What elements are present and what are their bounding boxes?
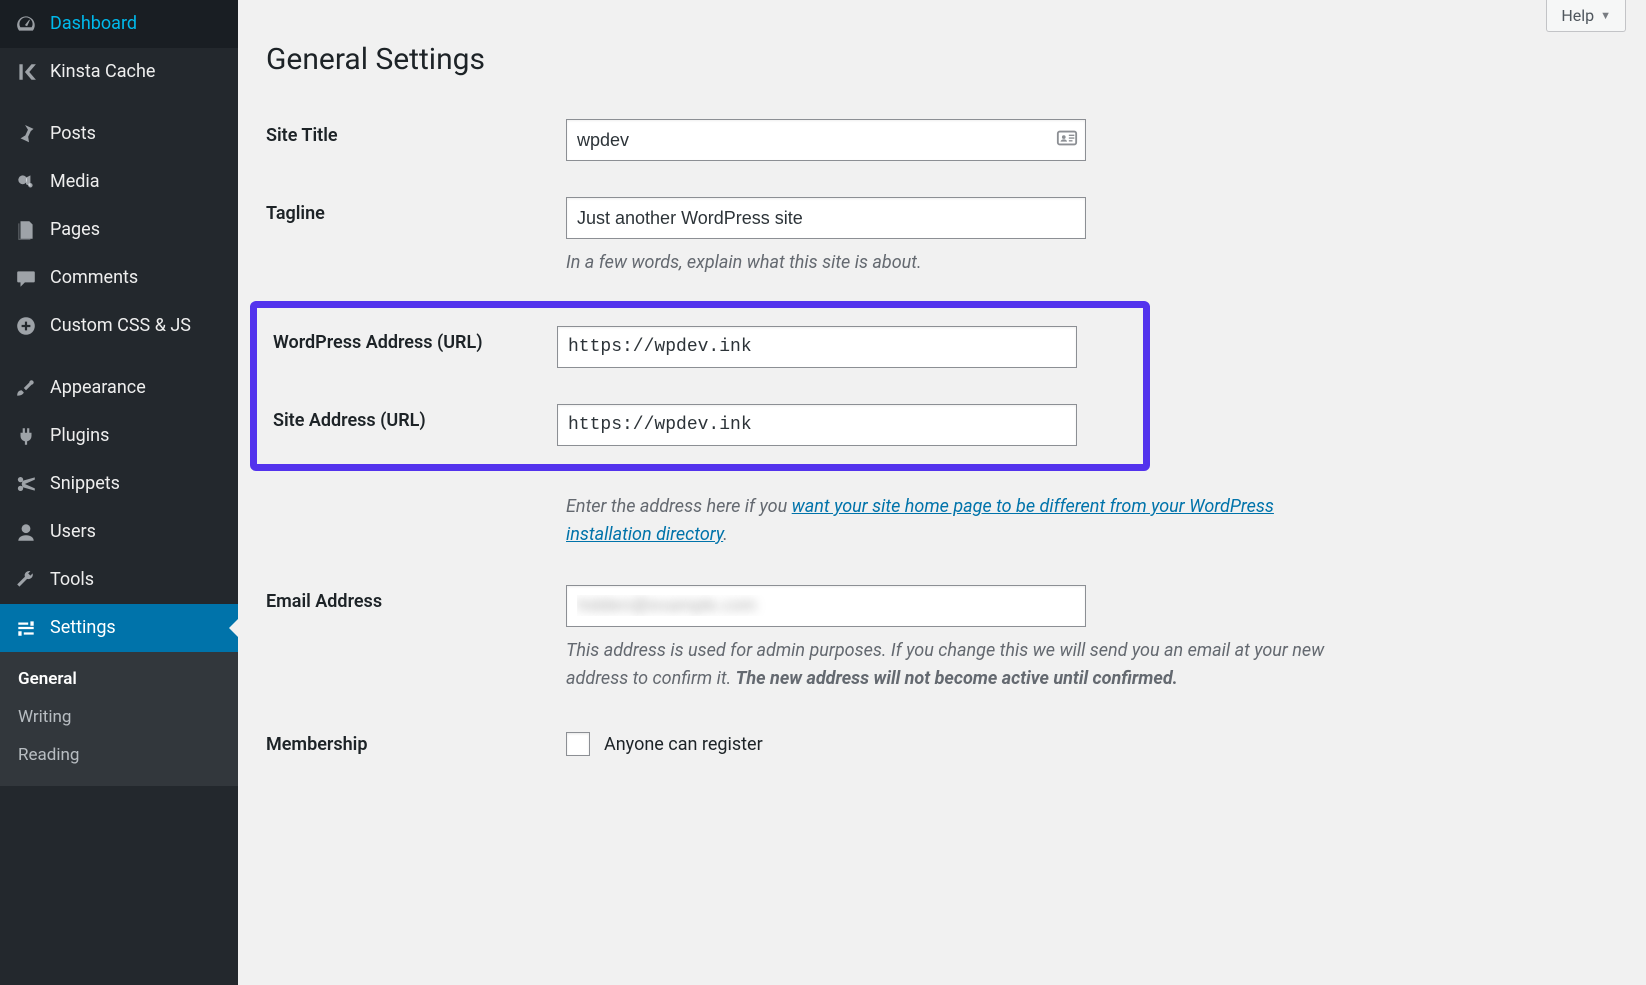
site-address-input[interactable] [557,404,1077,446]
sidebar-item-dashboard[interactable]: Dashboard [0,0,238,48]
admin-sidebar: Dashboard Kinsta Cache Posts Media Pages… [0,0,238,985]
page-icon [12,216,40,244]
tagline-description: In a few words, explain what this site i… [566,249,1346,277]
help-tab-label: Help [1561,6,1594,25]
pin-icon [12,120,40,148]
sidebar-item-settings[interactable]: Settings [0,604,238,652]
site-title-label: Site Title [266,101,566,179]
sidebar-item-label: Dashboard [50,12,137,35]
sidebar-item-label: Tools [50,568,94,591]
brush-icon [12,374,40,402]
site-address-label: Site Address (URL) [273,386,557,464]
help-tab[interactable]: Help ▼ [1546,0,1626,32]
wrench-icon [12,566,40,594]
sidebar-item-label: Appearance [50,376,146,399]
media-icon [12,168,40,196]
sidebar-item-appearance[interactable]: Appearance [0,364,238,412]
submenu-item-label: Writing [18,707,71,727]
email-address-input[interactable] [566,585,1086,627]
site-address-description: Enter the address here if you want your … [566,493,1346,549]
sidebar-item-posts[interactable]: Posts [0,110,238,158]
sidebar-item-tools[interactable]: Tools [0,556,238,604]
plus-circle-icon [12,312,40,340]
plugin-icon [12,422,40,450]
dashboard-icon [12,10,40,38]
kinsta-icon [12,58,40,86]
site-title-input[interactable] [566,119,1086,161]
sidebar-item-plugins[interactable]: Plugins [0,412,238,460]
sidebar-item-label: Snippets [50,472,120,495]
sidebar-item-label: Kinsta Cache [50,60,155,83]
tagline-label: Tagline [266,179,566,295]
sidebar-item-custom-css-js[interactable]: Custom CSS & JS [0,302,238,350]
anyone-can-register-checkbox[interactable] [566,732,590,756]
scissors-icon [12,470,40,498]
sidebar-item-label: Plugins [50,424,109,447]
sidebar-item-comments[interactable]: Comments [0,254,238,302]
wordpress-address-label: WordPress Address (URL) [273,308,557,386]
contact-card-icon [1056,127,1078,153]
sidebar-item-label: Comments [50,266,138,289]
sidebar-item-label: Users [50,520,96,543]
user-icon [12,518,40,546]
sidebar-item-media[interactable]: Media [0,158,238,206]
page-title: General Settings [266,42,1618,77]
email-address-label: Email Address [266,567,566,711]
sidebar-item-label: Posts [50,122,96,145]
sidebar-item-pages[interactable]: Pages [0,206,238,254]
submenu-item-general[interactable]: General [0,660,238,698]
membership-label: Membership [266,710,566,779]
submenu-item-label: General [18,669,77,689]
url-fields-highlight: WordPress Address (URL) Site Address (UR… [250,301,1150,471]
submenu-item-label: Reading [18,745,79,765]
sidebar-item-snippets[interactable]: Snippets [0,460,238,508]
sidebar-item-kinsta-cache[interactable]: Kinsta Cache [0,48,238,96]
sidebar-item-label: Custom CSS & JS [50,314,191,337]
menu-separator [0,96,238,110]
menu-separator [0,350,238,364]
sidebar-item-label: Settings [50,616,116,639]
sidebar-item-label: Media [50,170,100,193]
comment-icon [12,264,40,292]
sidebar-item-users[interactable]: Users [0,508,238,556]
tagline-input[interactable] [566,197,1086,239]
sidebar-item-label: Pages [50,218,100,241]
submenu-item-reading[interactable]: Reading [0,736,238,774]
submenu-item-writing[interactable]: Writing [0,698,238,736]
chevron-down-icon: ▼ [1600,9,1611,22]
main-content: Help ▼ General Settings Site Title T [238,0,1646,985]
settings-submenu: General Writing Reading [0,652,238,786]
email-address-description: This address is used for admin purposes.… [566,637,1346,693]
settings-icon [12,614,40,642]
wordpress-address-input[interactable] [557,326,1077,368]
anyone-can-register-label: Anyone can register [604,734,763,755]
